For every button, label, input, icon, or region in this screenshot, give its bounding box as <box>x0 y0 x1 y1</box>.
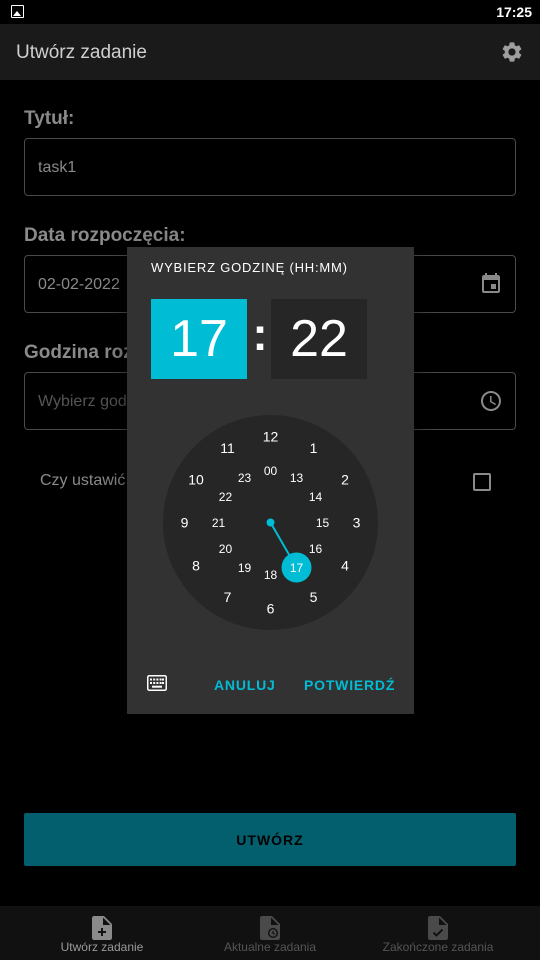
clock-hour-5[interactable]: 5 <box>310 589 318 605</box>
nav-item-create[interactable]: Utwórz zadanie <box>12 906 192 960</box>
page-title: Utwórz zadanie <box>16 42 147 63</box>
nav-item-current[interactable]: Aktualne zadania <box>180 906 360 960</box>
hour-value: 17 <box>170 310 228 368</box>
clock-hour-20[interactable]: 20 <box>219 542 233 556</box>
app-bar: Utwórz zadanie <box>0 24 540 80</box>
clock-hour-21[interactable]: 21 <box>212 516 226 530</box>
reminder-checkbox[interactable] <box>473 473 491 491</box>
dialog-title: WYBIERZ GODZINĘ (HH:MM) <box>151 260 348 275</box>
image-icon <box>11 5 24 18</box>
clock-hour-16[interactable]: 16 <box>309 542 323 556</box>
hour-display[interactable]: 17 <box>151 299 247 379</box>
nav-label-current: Aktualne zadania <box>223 940 317 954</box>
clock-hour-12[interactable]: 12 <box>263 429 279 445</box>
clock-center-dot <box>266 518 275 527</box>
create-button-label: UTWÓRZ <box>236 832 304 848</box>
clock-hour-4[interactable]: 4 <box>341 558 349 574</box>
time-separator: : <box>252 308 268 360</box>
clock-hour-17[interactable]: 17 <box>290 561 304 575</box>
clock-hour-00[interactable]: 00 <box>264 464 278 478</box>
keyboard-icon[interactable] <box>147 675 167 691</box>
calendar-icon[interactable] <box>479 272 503 296</box>
clock-hour-11[interactable]: 11 <box>220 440 235 456</box>
minute-value: 22 <box>290 310 348 368</box>
clock-hour-23[interactable]: 23 <box>238 471 252 485</box>
clock-hour-2[interactable]: 2 <box>341 472 349 488</box>
nav-label-create: Utwórz zadanie <box>60 940 144 954</box>
clock-hour-1[interactable]: 1 <box>310 440 318 456</box>
file-check-icon <box>428 916 448 940</box>
gear-icon[interactable] <box>500 40 524 64</box>
clock-hour-13[interactable]: 13 <box>290 471 304 485</box>
clock-hour-3[interactable]: 3 <box>353 515 361 531</box>
clock-icon[interactable] <box>479 389 503 413</box>
clock-hour-22[interactable]: 22 <box>219 490 233 504</box>
status-time: 17:25 <box>496 4 532 20</box>
clock-hour-6[interactable]: 6 <box>267 601 275 617</box>
clock-hour-7[interactable]: 7 <box>224 589 232 605</box>
clock-hour-18[interactable]: 18 <box>264 568 278 582</box>
start-date-label: Data rozpoczęcia: <box>24 225 186 246</box>
file-clock-icon <box>260 916 280 940</box>
status-bar: 17:25 <box>0 0 540 24</box>
cancel-button[interactable]: ANULUJ <box>214 677 276 693</box>
clock-hour-10[interactable]: 10 <box>188 472 204 488</box>
start-date-value: 02-02-2022 <box>38 276 120 293</box>
confirm-button[interactable]: POTWIERDŹ <box>304 677 395 693</box>
clock-dial[interactable]: 12123456789101100 1314151617181920212223 <box>163 415 378 630</box>
clock-hour-19[interactable]: 19 <box>238 561 252 575</box>
clock-hour-14[interactable]: 14 <box>309 490 323 504</box>
clock-hour-8[interactable]: 8 <box>192 558 200 574</box>
clock-hour-9[interactable]: 9 <box>181 515 189 531</box>
file-add-icon <box>92 916 112 940</box>
time-picker-dialog: WYBIERZ GODZINĘ (HH:MM) 17 : 22 12 1 2 3 4 5 6… <box>127 247 414 714</box>
minute-display[interactable]: 22 <box>271 299 367 379</box>
title-label: Tytuł: <box>24 108 75 129</box>
bottom-nav: Utwórz zadanie Aktualne zadania Zakończo… <box>0 906 540 960</box>
title-field[interactable]: task1 <box>24 138 516 196</box>
nav-label-finished: Zakończone zadania <box>382 940 494 954</box>
create-button[interactable]: UTWÓRZ <box>24 813 516 866</box>
clock-hour-15[interactable]: 15 <box>316 516 330 530</box>
nav-item-finished[interactable]: Zakończone zadania <box>348 906 528 960</box>
title-value: task1 <box>38 159 77 176</box>
